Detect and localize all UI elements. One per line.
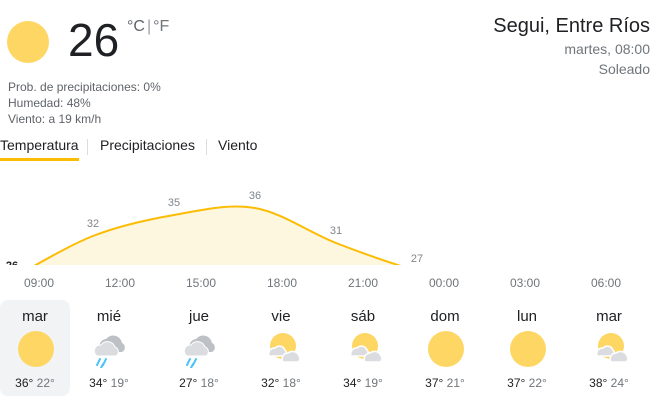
tab-divider [206, 139, 207, 155]
hour-tick-label: 12:00 [104, 276, 136, 290]
unit-toggle: °C | °F [127, 18, 169, 36]
hour-tick-label: 09:00 [23, 276, 55, 290]
day-name: mié [96, 308, 122, 325]
day-forecast-0[interactable]: mar 36° 22° [0, 300, 70, 396]
sun-icon [509, 330, 547, 368]
hour-tick-label: 03:00 [509, 276, 541, 290]
day-low: 19° [110, 376, 129, 390]
day-temp-range: 34° 19° [74, 376, 144, 390]
temperature-chart: 2632353631272423 [0, 190, 658, 265]
tab-wind[interactable]: Viento [218, 137, 257, 153]
day-low: 18° [200, 376, 219, 390]
day-temp-range: 37° 21° [410, 376, 480, 390]
temperature-point-label: 31 [330, 225, 342, 237]
weather-details: Prob. de precipitaciones: 0% Humedad: 48… [8, 79, 161, 127]
day-low: 22° [36, 376, 55, 390]
day-forecast-5[interactable]: dom 37° 21° [410, 300, 480, 396]
hour-tick-label: 18:00 [266, 276, 298, 290]
day-name: mar [22, 308, 48, 325]
day-name: jue [188, 308, 210, 325]
celsius-unit[interactable]: °C [127, 18, 145, 35]
temperature-point-label: 27 [411, 253, 423, 265]
day-temp-range: 38° 24° [574, 376, 644, 390]
day-name: dom [430, 308, 460, 325]
day-low: 18° [282, 376, 301, 390]
day-forecast-7[interactable]: mar 38° 24° [574, 300, 644, 396]
day-high: 27° [179, 376, 198, 390]
fahrenheit-unit[interactable]: °F [153, 18, 169, 35]
unit-separator: | [146, 18, 152, 35]
tab-precipitation[interactable]: Precipitaciones [100, 137, 195, 153]
temperature-point-label: 26 [6, 260, 18, 265]
location-time: martes, 08:00 [564, 41, 650, 57]
sun-icon [7, 21, 49, 63]
day-low: 21° [446, 376, 465, 390]
day-high: 37° [507, 376, 526, 390]
day-low: 24° [610, 376, 629, 390]
tab-temperature[interactable]: Temperatura [0, 137, 79, 161]
weather-condition: Soleado [598, 61, 650, 77]
partly-cloudy-icon [345, 330, 383, 368]
hour-tick-label: 06:00 [590, 276, 622, 290]
day-high: 32° [261, 376, 280, 390]
sun-icon [17, 330, 55, 368]
temperature-point-label: 32 [87, 218, 99, 230]
day-temp-range: 34° 19° [328, 376, 398, 390]
day-forecast-3[interactable]: vie 32° 18° [246, 300, 316, 396]
day-forecast-2[interactable]: jue 27° 18° [164, 300, 234, 396]
day-high: 36° [15, 376, 34, 390]
sun-icon [427, 330, 465, 368]
hour-tick-label: 15:00 [185, 276, 217, 290]
tab-divider [87, 139, 88, 155]
wind: Viento: a 19 km/h [8, 112, 102, 126]
location-info: Segui, Entre Ríos martes, 08:00 Soleado [493, 13, 650, 79]
day-low: 19° [364, 376, 383, 390]
temperature-point-label: 35 [168, 197, 180, 209]
day-temp-range: 32° 18° [246, 376, 316, 390]
humidity: Humedad: 48% [8, 96, 91, 110]
rain-cloud-icon [91, 330, 129, 369]
day-forecast-4[interactable]: sáb 34° 19° [328, 300, 398, 396]
day-temp-range: 36° 22° [0, 376, 70, 390]
day-high: 34° [89, 376, 108, 390]
day-name: sáb [350, 308, 376, 325]
rain-cloud-icon [181, 330, 219, 369]
day-temp-range: 37° 22° [492, 376, 562, 390]
precipitation-probability: Prob. de precipitaciones: 0% [8, 80, 161, 94]
partly-cloudy-icon [591, 330, 629, 368]
day-name: lun [516, 308, 538, 325]
hour-tick-label: 21:00 [347, 276, 379, 290]
day-low: 22° [528, 376, 547, 390]
current-temperature: 26 [68, 14, 120, 66]
day-forecast-6[interactable]: lun 37° 22° [492, 300, 562, 396]
hour-axis: 09:00 12:00 15:00 18:00 21:00 00:00 03:00 06:00 [0, 276, 658, 292]
hour-tick-label: 00:00 [428, 276, 460, 290]
location-city: Segui, Entre Ríos [493, 15, 650, 37]
temperature-point-label: 36 [249, 190, 261, 202]
day-forecast-1[interactable]: mié 34° 19° [74, 300, 144, 396]
partly-cloudy-icon [263, 330, 301, 368]
day-high: 37° [425, 376, 444, 390]
daily-forecast: mar 36° 22° mié 34° 19° jue 27° 18° vie 32° 18°… [0, 300, 658, 398]
day-name: mar [596, 308, 622, 325]
day-temp-range: 27° 18° [164, 376, 234, 390]
day-name: vie [271, 308, 291, 325]
day-high: 34° [343, 376, 362, 390]
day-high: 38° [589, 376, 608, 390]
